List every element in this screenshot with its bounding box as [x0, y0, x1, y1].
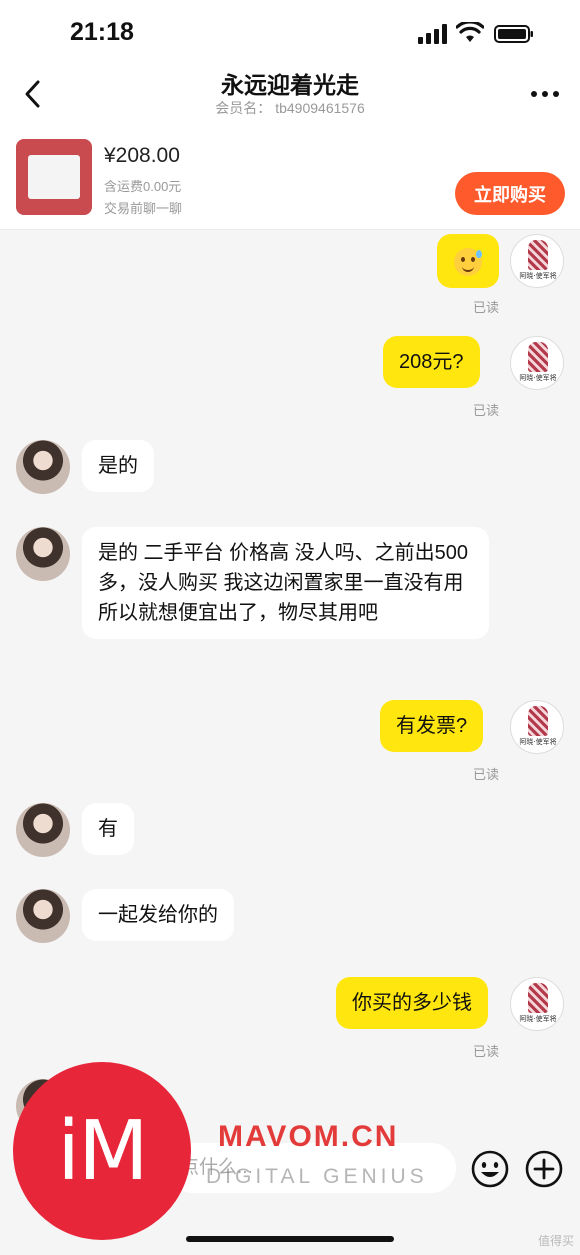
- buy-now-button[interactable]: 立即购买: [455, 172, 565, 215]
- product-price: ¥208.00: [104, 144, 180, 167]
- read-receipt: 已读: [473, 1044, 500, 1059]
- buyer-avatar[interactable]: 阿晓·使军将: [510, 700, 564, 754]
- avatar-caption: 阿晓·使军将: [519, 374, 557, 382]
- message-bubble-incoming[interactable]: 一起发给你的: [82, 889, 234, 941]
- product-card[interactable]: ¥208.00 含运费0.00元 交易前聊一聊 立即购买: [0, 130, 580, 230]
- plus-circle-icon[interactable]: [524, 1149, 564, 1189]
- chat-message-list[interactable]: 阿晓·使军将 已读 阿晓·使军将 208元? 已读 是的 是的 二手平台 价格高…: [0, 231, 580, 1131]
- message-bubble-incoming[interactable]: 有: [82, 803, 134, 855]
- seller-avatar[interactable]: [16, 527, 70, 581]
- chat-header: 永远迎着光走 会员名： tb4909461576: [0, 60, 580, 130]
- seller-avatar[interactable]: [16, 440, 70, 494]
- buyer-avatar[interactable]: 阿晓·使军将: [510, 977, 564, 1031]
- pretrade-hint: 交易前聊一聊: [104, 201, 183, 216]
- more-options-icon[interactable]: [528, 80, 562, 108]
- message-bubble-outgoing[interactable]: 208元?: [383, 336, 480, 388]
- message-bubble-outgoing[interactable]: [437, 234, 499, 288]
- watermark-corner: 值得买: [537, 1234, 574, 1248]
- message-bubble-outgoing[interactable]: 你买的多少钱: [336, 977, 488, 1029]
- status-time: 21:18: [70, 18, 134, 46]
- watermark-tagline: DIGITAL GENIUS: [206, 1165, 428, 1188]
- member-id: tb4909461576: [275, 100, 365, 116]
- read-receipt: 已读: [473, 300, 500, 315]
- wifi-icon: [456, 22, 484, 42]
- chat-title: 永远迎着光走: [221, 72, 359, 98]
- avatar-caption: 阿晓·使军将: [519, 738, 557, 746]
- avatar-caption: 阿晓·使军将: [519, 1015, 557, 1023]
- watermark-brand: MAVOM.CN: [218, 1120, 399, 1153]
- product-thumbnail[interactable]: [16, 139, 92, 215]
- home-indicator: [186, 1236, 394, 1242]
- member-label: 会员名：: [215, 100, 272, 116]
- buyer-avatar[interactable]: 阿晓·使军将: [510, 234, 564, 288]
- battery-icon: [494, 25, 533, 43]
- message-bubble-incoming[interactable]: 是的: [82, 440, 154, 492]
- avatar-caption: 阿晓·使军将: [519, 272, 557, 280]
- message-bubble-outgoing[interactable]: 有发票?: [380, 700, 484, 752]
- emoji-face-icon[interactable]: [470, 1149, 510, 1189]
- shipping-info: 含运费0.00元: [104, 179, 182, 194]
- status-bar: 21:18: [0, 0, 580, 60]
- read-receipt: 已读: [473, 403, 500, 418]
- message-bubble-incoming[interactable]: 是的 二手平台 价格高 没人吗、之前出500多，没人购买 我这边闲置家里一直没有…: [82, 527, 489, 639]
- member-info: 会员名： tb4909461576: [0, 98, 580, 118]
- seller-avatar[interactable]: [16, 889, 70, 943]
- seller-avatar[interactable]: [16, 803, 70, 857]
- sweating-grin-emoji-icon: [454, 247, 482, 276]
- read-receipt: 已读: [473, 767, 500, 782]
- watermark-logo: iM: [13, 1062, 191, 1240]
- cellular-signal-icon: [418, 24, 448, 44]
- buyer-avatar[interactable]: 阿晓·使军将: [510, 336, 564, 390]
